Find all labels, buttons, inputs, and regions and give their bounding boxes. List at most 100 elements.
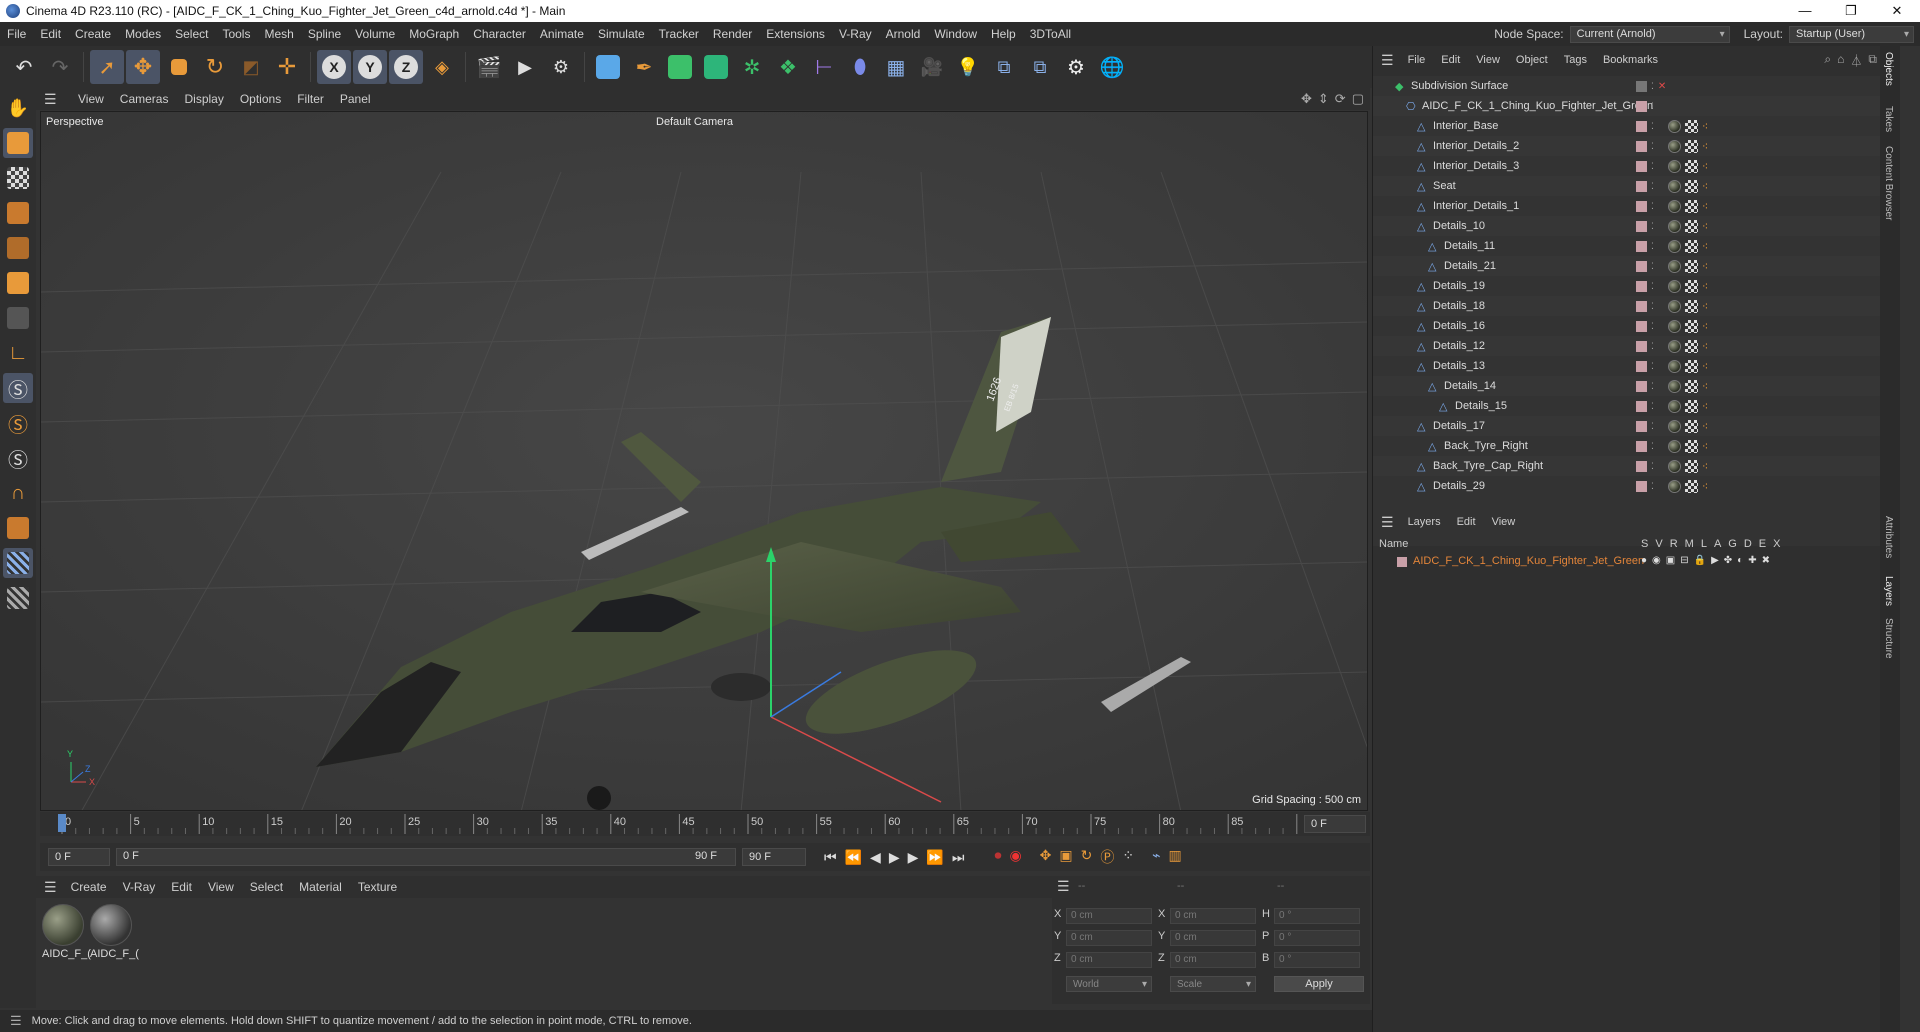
layer-name[interactable]: AIDC_F_CK_1_Ching_Kuo_Fighter_Jet_Green [1413,555,1644,567]
disabled-icon[interactable]: ✕ [1658,81,1666,92]
uvw-tag-icon[interactable] [1684,279,1698,293]
layer-swatch[interactable] [1636,140,1647,152]
material-tag-icon[interactable] [1667,119,1681,133]
uvw-tag-icon[interactable] [1684,199,1698,213]
material-tag-icon[interactable] [1667,239,1681,253]
dolly-view-icon[interactable]: ⇕ [1318,91,1329,107]
object-tree-row[interactable]: △ Details_17 ⁚ ⁖ [1373,416,1881,436]
object-name[interactable]: Details_21 [1444,260,1496,272]
menu-volume[interactable]: Volume [348,22,402,46]
object-tree-row[interactable]: △ Interior_Details_3 ⁚ ⁖ [1373,156,1881,176]
material-tag-icon[interactable] [1667,279,1681,293]
objects-menu-object[interactable]: Object [1508,54,1556,66]
object-name[interactable]: Interior_Base [1433,120,1498,132]
magnet-button[interactable]: ∩ [3,478,33,508]
visibility-dots-icon[interactable]: ⁚ [1651,221,1654,231]
redo-button[interactable]: ↷ [43,50,77,84]
menu-select[interactable]: Select [168,22,215,46]
uvw-tag-icon[interactable] [1684,379,1698,393]
objects-menu-tags[interactable]: Tags [1556,54,1595,66]
uvw-tag-icon[interactable] [1684,459,1698,473]
selection-tag-icon[interactable]: ⁖ [1702,140,1708,153]
coordinate-space-dropdown[interactable]: World [1066,976,1152,992]
viewport-hamburger-icon[interactable]: ☰ [44,91,62,108]
object-tree-row[interactable]: △ Interior_Details_2 ⁚ ⁖ [1373,136,1881,156]
apply-button[interactable]: Apply [1274,976,1364,992]
menu-help[interactable]: Help [984,22,1023,46]
selection-tag-icon[interactable]: ⁖ [1702,320,1708,333]
visibility-dots-icon[interactable]: ⁚ [1651,201,1654,211]
visibility-dots-icon[interactable]: ⁚ [1651,401,1654,411]
object-name[interactable]: Details_15 [1455,400,1507,412]
field-button[interactable]: ⬮ [843,50,877,84]
key-points-icon[interactable]: ⁘ [1122,847,1134,867]
object-name[interactable]: Details_16 [1433,320,1485,332]
side-tab-content-browser[interactable]: Content Browser [1883,146,1894,220]
material-tag-icon[interactable] [1667,219,1681,233]
material-tag-icon[interactable] [1667,419,1681,433]
transform-tool-button[interactable]: ✛ [270,50,304,84]
layers-menu-edit[interactable]: Edit [1449,516,1484,528]
layers-menu-view[interactable]: View [1484,516,1524,528]
go-to-start-icon[interactable]: ⏮ [824,849,837,866]
next-key-icon[interactable]: ⏩ [926,849,943,866]
layer-render-icon[interactable]: ▣ [1666,555,1675,566]
layer-expressions-icon[interactable]: ✚ [1748,555,1756,566]
selection-tag-icon[interactable]: ⁖ [1702,380,1708,393]
next-frame-icon[interactable]: ▶ [908,849,919,866]
object-name[interactable]: AIDC_F_CK_1_Ching_Kuo_Fighter_Jet_Green [1422,100,1653,112]
layer-swatch[interactable] [1636,340,1647,352]
material-menu-vray[interactable]: V-Ray [115,880,164,894]
selection-tag-icon[interactable]: ⁖ [1702,280,1708,293]
visibility-dots-icon[interactable]: ⁚ [1651,241,1654,251]
uvw-tag-icon[interactable] [1684,479,1698,493]
globe-button[interactable]: 🌐 [1095,50,1129,84]
visibility-dots-icon[interactable]: ⁚ [1651,321,1654,331]
selection-tag-icon[interactable]: ⁖ [1702,480,1708,493]
motion-path-icon[interactable]: ⌁ [1152,847,1160,867]
layer-swatch[interactable] [1636,320,1647,332]
layer-locked-icon[interactable]: 🔒 [1694,555,1706,566]
go-to-end-icon[interactable]: ⏭ [952,849,965,866]
object-tree-row[interactable]: ⎔ AIDC_F_CK_1_Ching_Kuo_Fighter_Jet_Green… [1373,96,1881,116]
layer-row[interactable]: AIDC_F_CK_1_Ching_Kuo_Fighter_Jet_Green … [1373,554,1881,570]
layout-dropdown[interactable]: Startup (User) [1789,25,1914,43]
close-button[interactable]: ✕ [1874,0,1920,22]
rotate-tool-button[interactable]: ↻ [198,50,232,84]
material-tag-icon[interactable] [1667,199,1681,213]
menu-mesh[interactable]: Mesh [257,22,300,46]
layer-swatch[interactable] [1636,200,1647,212]
object-tree-row[interactable]: △ Details_14 ⁚ ⁖ [1373,376,1881,396]
layer-swatch[interactable] [1636,100,1647,112]
object-tree-row[interactable]: △ Details_10 ⁚ ⁖ [1373,216,1881,236]
selection-tag-icon[interactable]: ⁖ [1702,220,1708,233]
material-tag-icon[interactable] [1667,259,1681,273]
material-tag-icon[interactable] [1667,479,1681,493]
object-tree-row[interactable]: △ Details_29 ⁚ ⁖ [1373,476,1881,496]
end-frame-field[interactable]: 90 F [742,848,806,866]
material-item[interactable]: AIDC_F_( [42,904,91,960]
camera-button[interactable]: 🎥 [915,50,949,84]
layer-generators-icon[interactable]: ✤ [1724,555,1732,566]
selection-tag-icon[interactable]: ⁖ [1702,360,1708,373]
material-tag-icon[interactable] [1667,299,1681,313]
viewport-menu-options[interactable]: Options [232,92,289,106]
camera-name-label[interactable]: Default Camera [656,116,733,128]
python-generator-button[interactable]: ⧉ [1023,50,1057,84]
object-tree-row[interactable]: △ Interior_Base ⁚ ⁖ [1373,116,1881,136]
current-frame-field[interactable]: 0 F [1304,815,1366,833]
move-tool-button[interactable]: ✥ [126,50,160,84]
render-view-button[interactable]: 🎬 [472,50,506,84]
object-tree-row[interactable]: △ Details_19 ⁚ ⁖ [1373,276,1881,296]
material-tag-icon[interactable] [1667,459,1681,473]
menu-arnold[interactable]: Arnold [879,22,928,46]
layer-swatch[interactable] [1636,240,1647,252]
visibility-dots-icon[interactable]: ⁚ [1651,281,1654,291]
rotation-b-field[interactable]: 0 ° [1274,952,1360,968]
maximize-view-icon[interactable]: ▢ [1352,91,1364,107]
visibility-dots-icon[interactable]: ⁚ [1651,341,1654,351]
visibility-dots-icon[interactable]: ⁚ [1651,141,1654,151]
selection-tag-icon[interactable]: ⁖ [1702,240,1708,253]
uvw-tag-icon[interactable] [1684,319,1698,333]
light-button[interactable]: 💡 [951,50,985,84]
